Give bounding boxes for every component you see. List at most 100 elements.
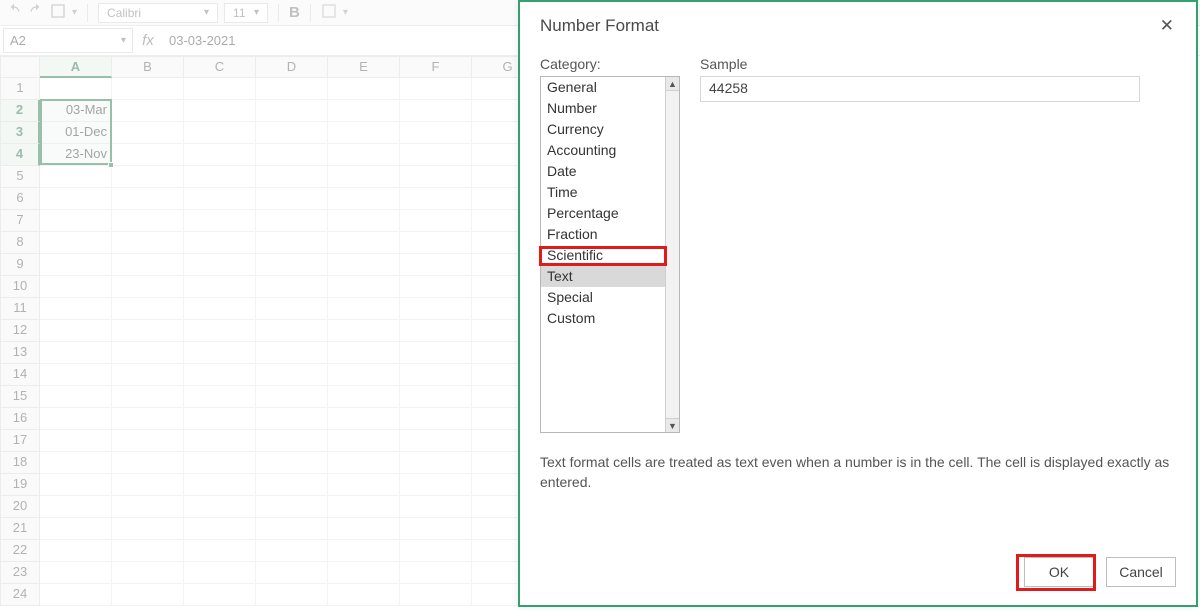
cell[interactable] (400, 408, 472, 430)
cell[interactable] (184, 474, 256, 496)
category-item[interactable]: Text (541, 266, 665, 287)
cell[interactable] (112, 276, 184, 298)
category-item[interactable]: Currency (541, 119, 665, 140)
border-icon[interactable] (321, 3, 337, 22)
column-header[interactable]: B (112, 56, 184, 78)
cell[interactable] (400, 122, 472, 144)
row-header[interactable]: 18 (0, 452, 40, 474)
cell[interactable] (184, 496, 256, 518)
cell[interactable] (184, 408, 256, 430)
row-header[interactable]: 12 (0, 320, 40, 342)
cell[interactable] (400, 540, 472, 562)
row-header[interactable]: 8 (0, 232, 40, 254)
row-header[interactable]: 10 (0, 276, 40, 298)
cell[interactable] (40, 320, 112, 342)
row-header[interactable]: 5 (0, 166, 40, 188)
row-header[interactable]: 23 (0, 562, 40, 584)
row-header[interactable]: 19 (0, 474, 40, 496)
cell[interactable] (256, 562, 328, 584)
cell[interactable] (328, 232, 400, 254)
cell[interactable] (184, 166, 256, 188)
cell[interactable] (184, 276, 256, 298)
cell[interactable] (40, 562, 112, 584)
close-icon[interactable]: ✕ (1160, 16, 1174, 36)
row-header[interactable]: 13 (0, 342, 40, 364)
cell[interactable] (40, 166, 112, 188)
cell[interactable] (328, 166, 400, 188)
cell[interactable]: 23-Nov (40, 144, 112, 166)
row-header[interactable]: 14 (0, 364, 40, 386)
row-header[interactable]: 6 (0, 188, 40, 210)
cell[interactable] (400, 430, 472, 452)
cell[interactable] (256, 298, 328, 320)
cell[interactable] (256, 320, 328, 342)
cell[interactable] (328, 122, 400, 144)
scrollbar[interactable]: ▲ ▼ (665, 77, 679, 432)
cell[interactable] (112, 474, 184, 496)
cell[interactable] (112, 298, 184, 320)
cell[interactable] (328, 496, 400, 518)
cell[interactable] (400, 584, 472, 606)
row-header[interactable]: 9 (0, 254, 40, 276)
cell[interactable] (112, 496, 184, 518)
category-item[interactable]: Percentage (541, 203, 665, 224)
cell[interactable] (400, 254, 472, 276)
fill-handle[interactable] (108, 162, 114, 168)
cell[interactable] (400, 166, 472, 188)
cell[interactable] (112, 584, 184, 606)
category-item[interactable]: Time (541, 182, 665, 203)
cell[interactable] (400, 496, 472, 518)
cell[interactable] (400, 364, 472, 386)
cell[interactable] (400, 474, 472, 496)
cell[interactable] (400, 562, 472, 584)
category-item[interactable]: Fraction (541, 224, 665, 245)
cell[interactable] (256, 100, 328, 122)
row-header[interactable]: 22 (0, 540, 40, 562)
cell[interactable] (328, 518, 400, 540)
cell[interactable] (328, 254, 400, 276)
cell[interactable] (256, 364, 328, 386)
cell[interactable] (256, 144, 328, 166)
row-header[interactable]: 24 (0, 584, 40, 606)
cell[interactable] (400, 144, 472, 166)
column-header[interactable]: D (256, 56, 328, 78)
cell[interactable] (328, 452, 400, 474)
cell[interactable] (400, 342, 472, 364)
font-name-select[interactable]: Calibri▾ (98, 3, 218, 23)
cell[interactable] (328, 276, 400, 298)
cell[interactable] (328, 78, 400, 100)
cell[interactable] (256, 166, 328, 188)
cell[interactable] (40, 364, 112, 386)
cell[interactable] (256, 254, 328, 276)
row-header[interactable]: 4 (0, 144, 40, 166)
cell[interactable] (184, 144, 256, 166)
select-all-corner[interactable] (0, 56, 40, 78)
cell[interactable] (112, 562, 184, 584)
cell[interactable] (184, 100, 256, 122)
cell[interactable] (328, 584, 400, 606)
cell[interactable] (112, 232, 184, 254)
category-item[interactable]: Number (541, 98, 665, 119)
cell[interactable] (112, 540, 184, 562)
column-header[interactable]: A (40, 56, 112, 78)
cell[interactable] (400, 518, 472, 540)
category-item[interactable]: Accounting (541, 140, 665, 161)
cell[interactable] (256, 276, 328, 298)
cell[interactable] (256, 78, 328, 100)
cell[interactable] (112, 144, 184, 166)
cell[interactable] (328, 364, 400, 386)
cell[interactable] (328, 430, 400, 452)
cell[interactable] (328, 386, 400, 408)
chevron-down-icon[interactable]: ▾ (121, 35, 126, 46)
cell[interactable] (256, 430, 328, 452)
cell[interactable] (328, 562, 400, 584)
bold-button[interactable]: B (289, 4, 300, 21)
cell[interactable] (328, 298, 400, 320)
cell[interactable] (256, 386, 328, 408)
cell[interactable] (40, 474, 112, 496)
cell[interactable] (112, 100, 184, 122)
row-header[interactable]: 2 (0, 100, 40, 122)
row-header[interactable]: 21 (0, 518, 40, 540)
cell[interactable] (400, 188, 472, 210)
cell[interactable] (328, 320, 400, 342)
